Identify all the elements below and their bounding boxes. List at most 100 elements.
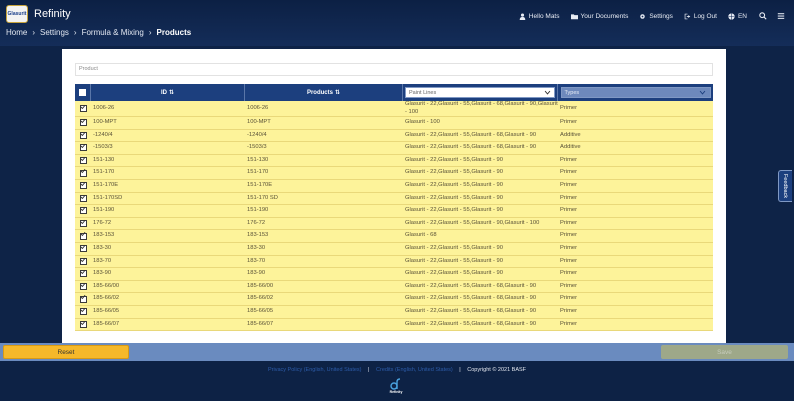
- check-icon: [80, 307, 86, 317]
- row-type: Primer: [560, 194, 578, 201]
- check-icon: [80, 194, 86, 204]
- search-button[interactable]: [758, 12, 767, 21]
- table-row[interactable]: 185-66/05 185-66/05 Glasurit - 22,Glasurit…: [75, 305, 713, 319]
- settings-link[interactable]: Settings: [639, 13, 673, 20]
- table-body: 1006-26 1006-26 Glasurit - 22,Glasurit - 5…: [75, 101, 713, 332]
- header-products[interactable]: Products ⇅: [245, 84, 403, 101]
- select-all-checkbox[interactable]: [79, 89, 86, 96]
- row-checkbox[interactable]: [79, 194, 87, 204]
- row-checkbox[interactable]: [79, 282, 87, 291]
- breadcrumb-formula-mixing[interactable]: Formula & Mixing: [82, 28, 144, 37]
- table-row[interactable]: 185-66/02 185-66/02 Glasurit - 22,Glasurit…: [75, 293, 713, 306]
- check-icon: [80, 131, 86, 141]
- row-product: 185-66/02: [247, 295, 274, 302]
- row-product: 183-70: [247, 257, 266, 264]
- language-selector[interactable]: EN: [728, 13, 747, 20]
- row-type: Primer: [560, 119, 578, 126]
- header-types: Types: [558, 84, 713, 101]
- app-title: Refinity: [34, 8, 71, 20]
- top-nav: Hello Mats Your Documents Settings Log O…: [519, 10, 794, 22]
- row-paint-lines: Glasurit - 22,Glasurit - 55,Glasurit - 9…: [405, 169, 503, 176]
- paint-lines-select[interactable]: Paint Lines: [405, 87, 555, 98]
- table-row[interactable]: 185-66/07 185-66/07 Glasurit - 22,Glasurit…: [75, 318, 713, 332]
- check-icon: [80, 118, 86, 128]
- row-checkbox[interactable]: [79, 231, 87, 241]
- glasurit-logo[interactable]: Glasurit: [6, 5, 28, 23]
- row-type: Primer: [560, 295, 578, 302]
- row-paint-lines: Glasurit - 22,Glasurit - 55,Glasurit - 9…: [405, 219, 540, 226]
- table-row[interactable]: 183-90 183-90 Glasurit - 22,Glasurit - 55,…: [75, 268, 713, 281]
- row-checkbox-cell: [75, 256, 91, 268]
- language-label: EN: [737, 12, 747, 20]
- row-checkbox[interactable]: [79, 295, 87, 303]
- table-row[interactable]: 185-66/00 185-66/00 Glasurit - 22,Glasurit…: [75, 280, 713, 294]
- logout-link[interactable]: Log Out: [684, 13, 717, 20]
- row-checkbox[interactable]: [79, 144, 87, 152]
- row-type: Primer: [560, 232, 578, 239]
- row-checkbox[interactable]: [79, 257, 87, 265]
- row-product: 185-66/00: [247, 282, 274, 289]
- logo-text: Glasurit: [7, 11, 27, 17]
- gear-icon: [640, 13, 646, 19]
- table-row[interactable]: 151-170 151-170 Glasurit - 22,Glasurit - 5…: [75, 167, 713, 180]
- table-row[interactable]: 183-30 183-30 Glasurit - 22,Glasurit - 55,…: [75, 242, 713, 256]
- row-checkbox[interactable]: [79, 269, 87, 279]
- feedback-tab[interactable]: Feedback: [778, 170, 792, 202]
- save-button[interactable]: Save: [661, 345, 788, 359]
- table-row[interactable]: 1006-26 1006-26 Glasurit - 22,Glasurit - 5…: [75, 101, 713, 117]
- row-checkbox[interactable]: [79, 307, 87, 317]
- row-product: -1503/3: [247, 144, 267, 151]
- table-row[interactable]: 151-190 151-190 Glasurit - 22,Glasurit - 5…: [75, 205, 713, 218]
- row-checkbox-cell: [75, 218, 91, 230]
- row-checkbox[interactable]: [79, 244, 87, 253]
- privacy-policy-link[interactable]: Privacy Policy (English, United States): [268, 367, 362, 373]
- table-row[interactable]: 183-70 183-70 Glasurit - 22,Glasurit - 55,…: [75, 255, 713, 269]
- table-row[interactable]: 176-72 176-72 Glasurit - 22,Glasurit - 55,…: [75, 217, 713, 231]
- types-select[interactable]: Types: [560, 87, 711, 98]
- row-checkbox[interactable]: [79, 181, 87, 190]
- products-panel: Product ID ⇅ Products ⇅ Paint Lines Types …: [62, 49, 726, 343]
- row-id: 183-90: [93, 270, 112, 277]
- footer-divider: |: [459, 367, 461, 373]
- table-row[interactable]: 100-MPT 100-MPT Glasurit - 100 Primer: [75, 117, 713, 130]
- table-row[interactable]: 151-170E 151-170E Glasurit - 22,Glasurit -…: [75, 179, 713, 193]
- your-documents-link[interactable]: Your Documents: [570, 13, 628, 20]
- table-row[interactable]: 151-170SD 151-170 SD Glasurit - 22,Glasuri…: [75, 192, 713, 206]
- hamburger-icon: [777, 13, 784, 19]
- row-checkbox-cell: [75, 155, 91, 167]
- breadcrumb-home[interactable]: Home: [6, 28, 27, 37]
- row-checkbox-cell: [75, 130, 91, 142]
- row-paint-lines: Glasurit - 22,Glasurit - 55,Glasurit - 9…: [405, 156, 503, 163]
- row-type: Primer: [560, 282, 578, 289]
- check-icon: [80, 269, 86, 279]
- header-id[interactable]: ID ⇅: [91, 84, 245, 101]
- check-icon: [80, 231, 86, 241]
- globe-icon: [728, 12, 735, 20]
- logout-label: Log Out: [693, 12, 717, 20]
- table-row[interactable]: 151-130 151-130 Glasurit - 22,Glasurit - 5…: [75, 154, 713, 168]
- credits-link[interactable]: Credits (English, United States): [376, 367, 453, 373]
- table-row[interactable]: -1503/3 -1503/3 Glasurit - 22,Glasurit - 5…: [75, 142, 713, 155]
- row-checkbox-cell: [75, 281, 91, 293]
- menu-button[interactable]: [776, 12, 785, 21]
- check-icon: [80, 320, 86, 330]
- row-checkbox[interactable]: [79, 156, 87, 165]
- breadcrumb-settings[interactable]: Settings: [40, 28, 69, 37]
- row-checkbox-cell: [75, 142, 91, 154]
- product-search-input[interactable]: Product: [75, 63, 713, 76]
- row-checkbox[interactable]: [79, 169, 87, 177]
- row-checkbox[interactable]: [79, 320, 87, 330]
- user-greeting[interactable]: Hello Mats: [519, 13, 560, 20]
- table-row[interactable]: 183-153 183-153 Glasurit - 68 Primer: [75, 230, 713, 243]
- row-checkbox-cell: [75, 268, 91, 280]
- reset-button[interactable]: Reset: [3, 345, 129, 359]
- row-checkbox[interactable]: [79, 118, 87, 128]
- row-type: Primer: [560, 156, 578, 163]
- row-checkbox[interactable]: [79, 104, 87, 112]
- row-checkbox[interactable]: [79, 131, 87, 141]
- row-checkbox[interactable]: [79, 207, 87, 215]
- row-product: 185-66/05: [247, 307, 274, 314]
- row-product: 185-66/07: [247, 320, 274, 327]
- row-checkbox[interactable]: [79, 219, 87, 228]
- table-row[interactable]: -1240/4 -1240/4 Glasurit - 22,Glasurit - 5…: [75, 129, 713, 143]
